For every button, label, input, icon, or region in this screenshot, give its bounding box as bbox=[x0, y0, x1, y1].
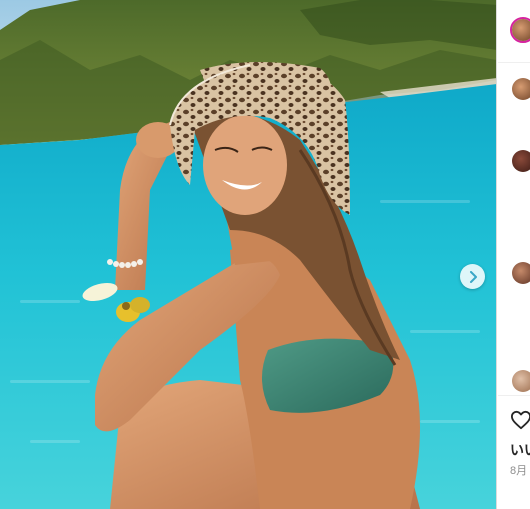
avatar[interactable] bbox=[512, 262, 530, 284]
avatar[interactable] bbox=[512, 19, 530, 41]
avatar[interactable] bbox=[512, 78, 530, 100]
heart-icon[interactable] bbox=[510, 410, 530, 430]
likes-count[interactable]: いい bbox=[510, 440, 530, 460]
beach-photo-illustration bbox=[0, 0, 496, 509]
next-photo-button[interactable] bbox=[460, 264, 485, 289]
divider bbox=[498, 395, 530, 396]
post-viewer: いい 8月 bbox=[0, 0, 530, 509]
avatar[interactable] bbox=[512, 150, 530, 172]
divider bbox=[498, 62, 530, 63]
avatar[interactable] bbox=[512, 370, 530, 392]
chevron-right-icon bbox=[469, 270, 477, 283]
post-date: 8月 bbox=[510, 465, 528, 477]
post-photo[interactable] bbox=[0, 0, 497, 509]
comments-sidebar: いい 8月 bbox=[498, 0, 530, 509]
